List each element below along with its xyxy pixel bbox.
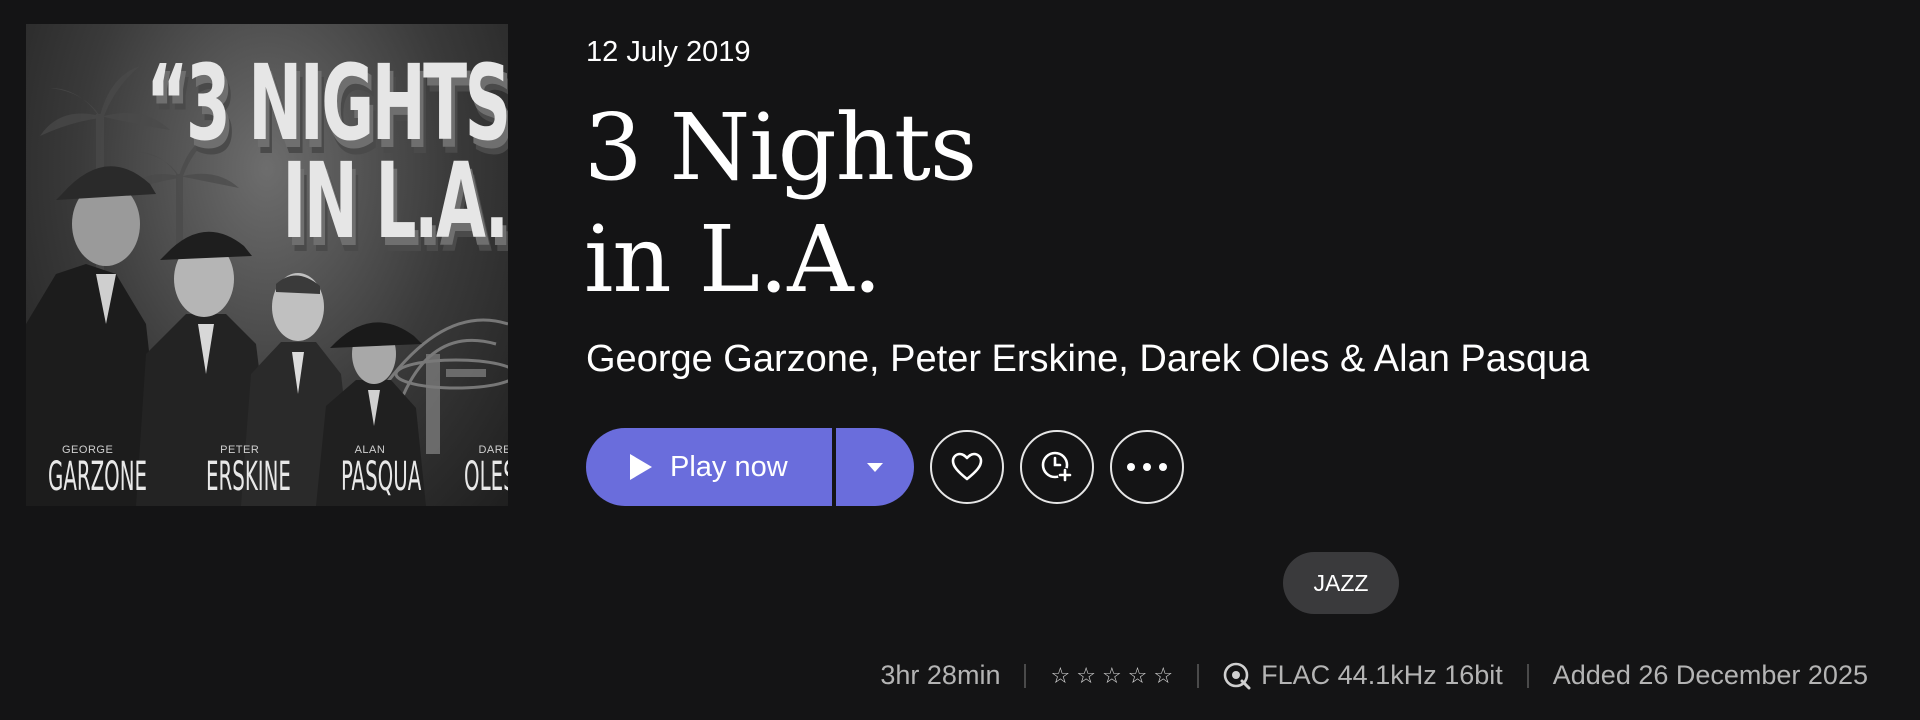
cover-last-name: PASQUA	[340, 454, 421, 500]
meta-separator	[1197, 663, 1200, 688]
date-added: Added 26 December 2025	[1552, 660, 1868, 690]
play-button-group: Play now	[586, 428, 914, 506]
more-horizontal-icon	[1127, 463, 1167, 471]
add-to-queue-button[interactable]	[1020, 430, 1094, 504]
star-icon[interactable]: ☆	[1128, 663, 1148, 689]
cover-last-name: GARZONE	[48, 454, 148, 500]
cover-name: DAREK OLES	[464, 444, 508, 498]
album-title-line1: 3 Nights	[584, 94, 977, 201]
action-bar: Play now	[586, 428, 1184, 506]
cover-title: “3 NIGHTS IN L.A.”	[146, 51, 508, 262]
genre-tag[interactable]: JAZZ	[1283, 552, 1399, 614]
lossless-quality-icon	[1223, 662, 1251, 689]
play-icon	[630, 454, 652, 480]
play-options-button[interactable]	[836, 428, 914, 506]
chevron-down-icon	[867, 462, 883, 472]
meta-separator	[1024, 663, 1027, 688]
artist-names[interactable]: George Garzone, Peter Erskine, Darek Ole…	[586, 338, 1589, 381]
audio-quality: FLAC 44.1kHz 16bit	[1223, 660, 1503, 691]
clock-add-icon	[1041, 451, 1072, 482]
play-now-label: Play now	[670, 450, 788, 483]
cover-last-name: ERSKINE	[206, 454, 292, 500]
album-title-line2: in L.A.	[584, 206, 882, 313]
cover-names: GEORGE GARZONE PETER ERSKINE ALAN PASQUA…	[48, 444, 508, 500]
album-cover[interactable]: “3 NIGHTS IN L.A.” GEORGE GARZONE PETER …	[26, 24, 508, 506]
cover-last-name: OLES	[464, 454, 508, 500]
meta-separator	[1526, 663, 1529, 688]
star-icon[interactable]: ☆	[1153, 663, 1173, 689]
audio-quality-label: FLAC 44.1kHz 16bit	[1261, 660, 1503, 690]
release-date: 12 July 2019	[586, 36, 751, 68]
star-icon[interactable]: ☆	[1050, 663, 1070, 689]
star-icon[interactable]: ☆	[1076, 663, 1096, 689]
cover-title-line2: IN L.A.”	[282, 140, 508, 262]
star-rating[interactable]: ☆ ☆ ☆ ☆ ☆	[1050, 663, 1173, 689]
more-options-button[interactable]	[1110, 430, 1184, 504]
album-title: 3 Nights in L.A.	[584, 92, 977, 316]
play-now-button[interactable]: Play now	[586, 428, 832, 506]
star-icon[interactable]: ☆	[1102, 663, 1122, 689]
album-duration: 3hr 28min	[880, 660, 1001, 690]
cover-name: PETER ERSKINE	[206, 444, 360, 498]
favorite-button[interactable]	[930, 430, 1004, 504]
cover-name: GEORGE GARZONE	[48, 444, 228, 498]
heart-icon	[951, 452, 983, 481]
album-meta: 3hr 28min ☆ ☆ ☆ ☆ ☆ FLAC 44.1kHz 16bit A…	[880, 660, 1868, 691]
